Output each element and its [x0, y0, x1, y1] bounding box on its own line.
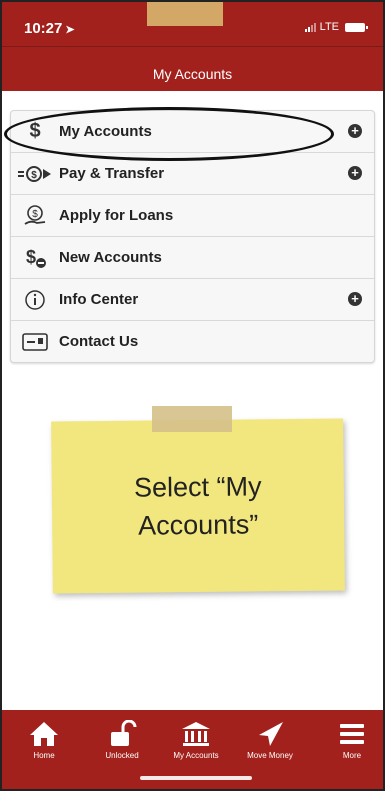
tab-my-accounts[interactable]: My Accounts: [164, 719, 228, 760]
tape-decoration: [152, 406, 232, 432]
tab-unlocked[interactable]: Unlocked: [90, 719, 154, 760]
new-account-dollar-icon: $: [11, 237, 59, 278]
signal-icon: [304, 22, 316, 32]
expand-plus-icon[interactable]: +: [348, 124, 362, 138]
nav-bar: My Accounts: [2, 46, 383, 91]
menu-item-new-accounts[interactable]: $ New Accounts: [11, 237, 374, 279]
bank-icon: [164, 719, 228, 749]
phone-screen: 10:27 ➤ LTE My Accounts $ My Accounts + $…: [0, 0, 385, 791]
location-arrow-icon: ➤: [65, 24, 75, 36]
note-line-2: Accounts”: [138, 509, 259, 541]
menu-item-info-center[interactable]: Info Center +: [11, 279, 374, 321]
sticky-note: Select “My Accounts”: [51, 418, 345, 594]
send-icon: [238, 719, 302, 749]
tab-more[interactable]: More: [320, 719, 383, 760]
note-text: Select “My Accounts”: [52, 466, 345, 545]
contact-card-icon: [11, 321, 59, 362]
tab-label: Unlocked: [105, 751, 139, 760]
highlight-oval: [4, 107, 334, 161]
svg-text:$: $: [26, 247, 36, 267]
menu-icon: [320, 719, 383, 749]
status-time: 10:27 ➤: [24, 20, 75, 37]
unlocked-icon: [90, 719, 154, 749]
note-line-1: Select “My: [133, 471, 262, 503]
time-text: 10:27: [24, 20, 63, 37]
expand-plus-icon[interactable]: +: [348, 166, 362, 180]
menu-item-label: Apply for Loans: [59, 207, 174, 224]
tab-label: More: [342, 751, 362, 760]
menu-item-apply-loans[interactable]: $ Apply for Loans: [11, 195, 374, 237]
status-indicators: LTE: [304, 21, 368, 33]
tab-label: Move Money: [247, 751, 293, 760]
expand-plus-icon[interactable]: +: [348, 292, 362, 306]
money-transfer-icon: $: [11, 153, 59, 194]
tab-label: Home: [33, 751, 55, 760]
menu-item-label: Pay & Transfer: [59, 165, 165, 182]
info-icon: [11, 279, 59, 320]
menu-item-label: New Accounts: [59, 249, 162, 266]
battery-icon: [345, 22, 368, 32]
carrier-label: LTE: [319, 21, 339, 33]
tab-label: My Accounts: [173, 751, 219, 760]
home-icon: [12, 719, 76, 749]
menu-item-label: Contact Us: [59, 333, 139, 350]
tape-decoration: [147, 2, 223, 26]
svg-text:$: $: [32, 209, 38, 220]
menu-item-contact-us[interactable]: Contact Us: [11, 321, 374, 362]
tab-move-money[interactable]: Move Money: [238, 719, 302, 760]
tab-home[interactable]: Home: [12, 719, 76, 760]
tab-bar: Home Unlocked My Accounts Move Money Mor…: [2, 710, 383, 789]
loan-hand-icon: $: [11, 195, 59, 236]
home-indicator: [140, 776, 252, 780]
page-title: My Accounts: [152, 66, 233, 82]
svg-text:$: $: [31, 170, 37, 181]
menu-item-label: Info Center: [59, 291, 139, 308]
